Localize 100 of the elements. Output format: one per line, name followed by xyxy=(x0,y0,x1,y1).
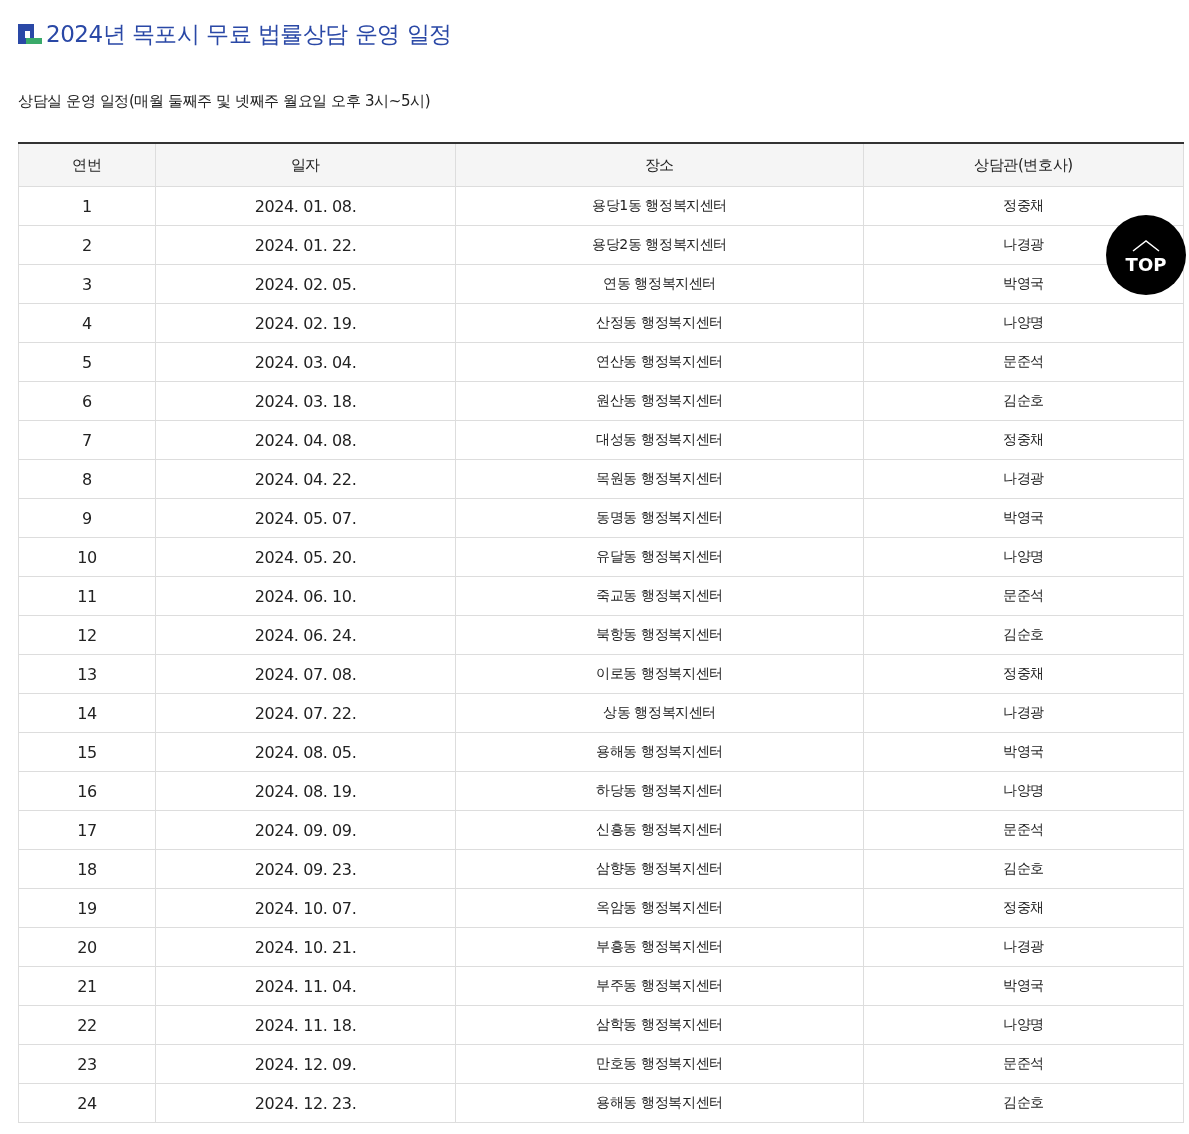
table-cell: 하당동 행정복지센터 xyxy=(455,771,864,811)
table-cell: 23 xyxy=(18,1044,156,1084)
table-cell: 김순호 xyxy=(863,1083,1184,1123)
table-cell: 5 xyxy=(18,342,156,382)
table-cell: 2024. 01. 08. xyxy=(155,186,456,226)
table-cell: 박영국 xyxy=(863,966,1184,1006)
table-cell: 문준석 xyxy=(863,810,1184,850)
table-cell: 2024. 10. 21. xyxy=(155,927,456,967)
table-cell: 12 xyxy=(18,615,156,655)
table-cell: 상동 행정복지센터 xyxy=(455,693,864,733)
table-cell: 동명동 행정복지센터 xyxy=(455,498,864,538)
table-cell: 나양명 xyxy=(863,537,1184,577)
table-cell: 21 xyxy=(18,966,156,1006)
table-cell: 2024. 02. 19. xyxy=(155,303,456,343)
table-cell: 2024. 08. 05. xyxy=(155,732,456,772)
table-cell: 2 xyxy=(18,225,156,265)
table-cell: 정중채 xyxy=(863,654,1184,694)
table-cell: 20 xyxy=(18,927,156,967)
column-header: 연번 xyxy=(18,143,156,187)
table-cell: 2024. 02. 05. xyxy=(155,264,456,304)
table-cell: 2024. 04. 22. xyxy=(155,459,456,499)
table-cell: 4 xyxy=(18,303,156,343)
table-cell: 대성동 행정복지센터 xyxy=(455,420,864,460)
column-header: 장소 xyxy=(455,143,864,187)
table-cell: 정중채 xyxy=(863,420,1184,460)
table-cell: 8 xyxy=(18,459,156,499)
table-cell: 나양명 xyxy=(863,303,1184,343)
table-cell: 17 xyxy=(18,810,156,850)
table-cell: 2024. 09. 23. xyxy=(155,849,456,889)
page-title: 2024년 목포시 무료 법률상담 운영 일정 xyxy=(46,19,452,49)
table-cell: 2024. 10. 07. xyxy=(155,888,456,928)
table-cell: 김순호 xyxy=(863,615,1184,655)
table-cell: 신흥동 행정복지센터 xyxy=(455,810,864,850)
table-cell: 2024. 01. 22. xyxy=(155,225,456,265)
table-cell: 7 xyxy=(18,420,156,460)
table-cell: 부주동 행정복지센터 xyxy=(455,966,864,1006)
table-cell: 삼향동 행정복지센터 xyxy=(455,849,864,889)
table-cell: 2024. 05. 07. xyxy=(155,498,456,538)
table-cell: 나경광 xyxy=(863,693,1184,733)
table-cell: 2024. 06. 10. xyxy=(155,576,456,616)
table-cell: 2024. 11. 18. xyxy=(155,1005,456,1045)
table-cell: 2024. 11. 04. xyxy=(155,966,456,1006)
table-cell: 나경광 xyxy=(863,927,1184,967)
scroll-top-button[interactable]: TOP xyxy=(1106,215,1186,295)
table-cell: 김순호 xyxy=(863,381,1184,421)
table-cell: 2024. 07. 08. xyxy=(155,654,456,694)
table-cell: 문준석 xyxy=(863,342,1184,382)
table-cell: 목원동 행정복지센터 xyxy=(455,459,864,499)
table-cell: 13 xyxy=(18,654,156,694)
table-cell: 22 xyxy=(18,1005,156,1045)
schedule-subtitle: 상담실 운영 일정(매월 둘째주 및 넷째주 월요일 오후 3시~5시) xyxy=(18,92,432,112)
table-cell: 14 xyxy=(18,693,156,733)
table-cell: 3 xyxy=(18,264,156,304)
table-cell: 연산동 행정복지센터 xyxy=(455,342,864,382)
table-cell: 원산동 행정복지센터 xyxy=(455,381,864,421)
table-cell: 10 xyxy=(18,537,156,577)
table-cell: 15 xyxy=(18,732,156,772)
table-cell: 2024. 08. 19. xyxy=(155,771,456,811)
table-cell: 문준석 xyxy=(863,576,1184,616)
table-cell: 18 xyxy=(18,849,156,889)
title-icon xyxy=(18,24,42,44)
table-cell: 2024. 09. 09. xyxy=(155,810,456,850)
table-cell: 죽교동 행정복지센터 xyxy=(455,576,864,616)
column-header: 일자 xyxy=(155,143,456,187)
table-cell: 2024. 05. 20. xyxy=(155,537,456,577)
table-cell: 용해동 행정복지센터 xyxy=(455,1083,864,1123)
table-cell: 박영국 xyxy=(863,498,1184,538)
table-cell: 2024. 12. 23. xyxy=(155,1083,456,1123)
table-cell: 나양명 xyxy=(863,771,1184,811)
table-cell: 용당2동 행정복지센터 xyxy=(455,225,864,265)
table-cell: 산정동 행정복지센터 xyxy=(455,303,864,343)
table-cell: 옥암동 행정복지센터 xyxy=(455,888,864,928)
table-cell: 북항동 행정복지센터 xyxy=(455,615,864,655)
table-cell: 삼학동 행정복지센터 xyxy=(455,1005,864,1045)
table-cell: 2024. 04. 08. xyxy=(155,420,456,460)
table-cell: 19 xyxy=(18,888,156,928)
table-cell: 2024. 03. 04. xyxy=(155,342,456,382)
table-cell: 나경광 xyxy=(863,459,1184,499)
table-cell: 만호동 행정복지센터 xyxy=(455,1044,864,1084)
table-cell: 24 xyxy=(18,1083,156,1123)
table-cell: 용해동 행정복지센터 xyxy=(455,732,864,772)
table-cell: 2024. 12. 09. xyxy=(155,1044,456,1084)
table-cell: 11 xyxy=(18,576,156,616)
table-cell: 유달동 행정복지센터 xyxy=(455,537,864,577)
table-cell: 연동 행정복지센터 xyxy=(455,264,864,304)
chevron-up-icon xyxy=(1132,240,1160,252)
table-cell: 나양명 xyxy=(863,1005,1184,1045)
table-cell: 6 xyxy=(18,381,156,421)
table-cell: 2024. 06. 24. xyxy=(155,615,456,655)
table-cell: 용당1동 행정복지센터 xyxy=(455,186,864,226)
table-cell: 2024. 03. 18. xyxy=(155,381,456,421)
table-cell: 1 xyxy=(18,186,156,226)
table-cell: 이로동 행정복지센터 xyxy=(455,654,864,694)
table-cell: 문준석 xyxy=(863,1044,1184,1084)
table-cell: 16 xyxy=(18,771,156,811)
table-cell: 김순호 xyxy=(863,849,1184,889)
column-header: 상담관(변호사) xyxy=(863,143,1184,187)
table-cell: 정중채 xyxy=(863,888,1184,928)
table-cell: 2024. 07. 22. xyxy=(155,693,456,733)
table-cell: 9 xyxy=(18,498,156,538)
